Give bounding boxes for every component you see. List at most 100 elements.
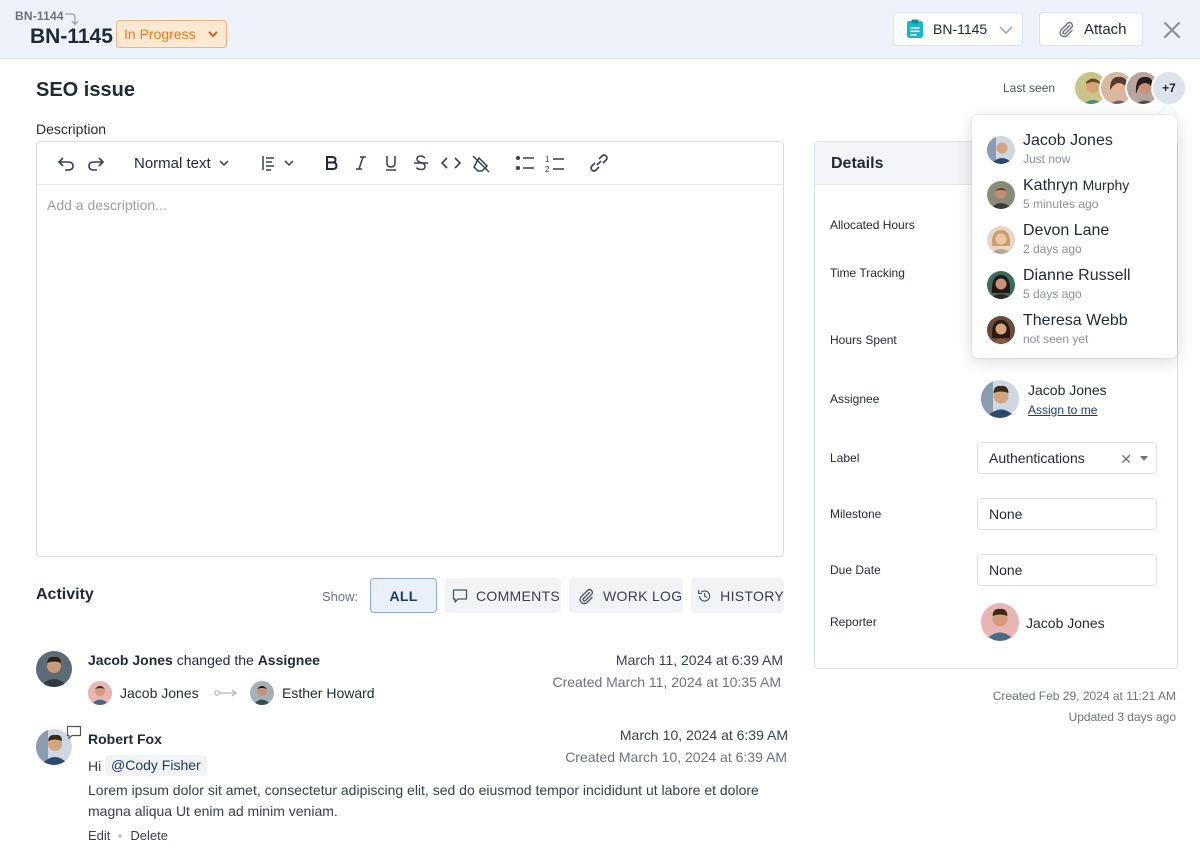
label-select[interactable]: Authentications ✕ — [977, 442, 1157, 474]
filter-history-label: HISTORY — [720, 587, 784, 604]
filter-all-button[interactable]: ALL — [370, 578, 437, 613]
issue-key: BN-1145 — [30, 25, 113, 48]
svg-text:1: 1 — [545, 155, 550, 164]
undo-icon[interactable] — [57, 154, 75, 172]
close-icon[interactable] — [1161, 19, 1183, 41]
text-style-dropdown[interactable]: Normal text — [134, 155, 230, 172]
filter-worklog-button[interactable]: WORK LOG — [569, 578, 683, 613]
comment-body: Lorem ipsum dolor sit amet, consectetur … — [88, 782, 759, 819]
viewer-name: Theresa Webb — [1023, 312, 1128, 329]
history-icon — [698, 589, 711, 602]
viewer-name: Dianne Russell — [1023, 267, 1131, 284]
avatar — [987, 226, 1015, 254]
filter-history-button[interactable]: HISTORY — [691, 578, 784, 613]
label-field-label: Label — [830, 451, 860, 465]
comment-created: Created March 10, 2024 at 6:39 AM — [565, 749, 787, 765]
avatar — [36, 651, 72, 687]
chevron-down-icon — [208, 31, 218, 38]
viewer-name: Kathryn Murphy — [1023, 177, 1130, 194]
viewer-item[interactable]: Dianne Russell 5 days ago — [987, 267, 1167, 307]
activity-actor[interactable]: Jacob Jones — [88, 652, 173, 668]
code-icon[interactable] — [441, 154, 461, 172]
allocated-hours-label: Allocated Hours — [830, 218, 915, 232]
viewer-item[interactable]: Kathryn Murphy 5 minutes ago — [987, 177, 1167, 217]
chevron-down-icon — [999, 26, 1013, 35]
due-date-value: None — [989, 562, 1023, 578]
activity-title: Activity — [36, 586, 94, 603]
numbered-list-icon[interactable]: 1 2 — [545, 154, 565, 174]
description-label: Description — [36, 121, 107, 137]
comment-greeting: Hi — [88, 758, 102, 774]
align-dropdown-icon[interactable] — [261, 154, 297, 172]
avatar — [987, 181, 1015, 209]
chevron-down-icon — [219, 160, 229, 167]
clear-format-icon[interactable] — [471, 154, 491, 174]
clipboard-icon — [907, 19, 923, 38]
details-title: Details — [831, 155, 884, 172]
time-tracking-label: Time Tracking — [830, 266, 905, 280]
milestone-field[interactable]: None — [977, 498, 1157, 530]
svg-text:2: 2 — [545, 165, 550, 174]
separator-dot — [118, 834, 123, 838]
viewer-item[interactable]: Jacob Jones Just now — [987, 132, 1167, 172]
filter-comments-button[interactable]: COMMENTS — [445, 578, 561, 613]
text-style-label: Normal text — [134, 155, 211, 172]
last-seen-popup: Jacob Jones Just now Kathryn Murphy 5 mi… — [972, 115, 1177, 358]
delete-comment-link[interactable]: Delete — [130, 828, 168, 843]
label-value: Authentications — [989, 450, 1085, 466]
description-editor[interactable]: Normal text 1 2 Add a description... — [36, 141, 784, 557]
avatar — [987, 316, 1015, 344]
arrow-right-icon — [214, 689, 237, 697]
issue-key-dropdown-label: BN-1145 — [933, 21, 988, 37]
parent-issue-key[interactable]: BN-1144 — [15, 9, 64, 23]
activity-date: March 11, 2024 at 6:39 AM — [615, 652, 783, 668]
viewer-item[interactable]: Devon Lane 2 days ago — [987, 222, 1167, 262]
comment-icon — [452, 588, 468, 603]
description-placeholder: Add a description... — [47, 197, 167, 213]
assignee-from: Jacob Jones — [120, 685, 199, 701]
filter-worklog-label: WORK LOG — [603, 587, 683, 604]
viewer-time: 5 minutes ago — [1023, 197, 1099, 211]
bold-icon[interactable] — [323, 154, 339, 172]
more-viewers-count[interactable]: +7 — [1151, 70, 1187, 106]
filter-all-label: ALL — [389, 587, 418, 604]
status-dropdown[interactable]: In Progress — [116, 20, 227, 48]
due-date-field[interactable]: None — [977, 554, 1157, 586]
bullet-list-icon[interactable] — [515, 154, 535, 172]
editor-toolbar: Normal text 1 2 — [37, 142, 783, 185]
comment-author[interactable]: Robert Fox — [88, 731, 162, 747]
assign-to-me-link[interactable]: Assign to me — [1028, 403, 1097, 417]
issue-key-dropdown[interactable]: BN-1145 — [893, 12, 1023, 46]
redo-icon[interactable] — [87, 154, 105, 172]
paperclip-icon — [579, 588, 594, 604]
viewer-name: Jacob Jones — [1023, 132, 1113, 149]
strikethrough-icon[interactable] — [413, 154, 429, 172]
issue-title[interactable]: SEO issue — [36, 79, 135, 102]
viewer-time: 5 days ago — [1023, 287, 1082, 301]
activity-created: Created March 11, 2024 at 10:35 AM — [552, 674, 781, 690]
issue-header: BN-1144 BN-1145 In Progress BN-1145 Atta… — [0, 0, 1200, 59]
assignee-label: Assignee — [830, 392, 880, 406]
avatar — [981, 603, 1019, 641]
italic-icon[interactable] — [353, 154, 369, 172]
milestone-value: None — [989, 506, 1023, 522]
clear-icon[interactable]: ✕ — [1120, 451, 1132, 468]
viewer-item[interactable]: Theresa Webb not seen yet — [987, 312, 1167, 352]
link-icon[interactable] — [588, 154, 610, 172]
activity-summary: Jacob Jones changed the Assignee — [88, 652, 320, 668]
attach-button[interactable]: Attach — [1039, 12, 1143, 46]
activity-action: changed the — [172, 652, 258, 668]
attach-label: Attach — [1084, 20, 1127, 38]
caret-down-icon — [1140, 456, 1148, 461]
reporter-name: Jacob Jones — [1026, 615, 1105, 631]
comment-actions: Edit Delete — [88, 828, 168, 843]
avatar — [987, 136, 1015, 164]
hours-spent-label: Hours Spent — [830, 333, 897, 347]
assignee-to: Esther Howard — [282, 685, 375, 701]
underline-icon[interactable] — [383, 154, 399, 172]
user-mention[interactable]: @Cody Fisher — [105, 755, 207, 776]
assignee-name: Jacob Jones — [1028, 382, 1107, 398]
last-seen-label: Last seen — [1003, 81, 1056, 95]
edit-comment-link[interactable]: Edit — [88, 828, 110, 843]
comment-date: March 10, 2024 at 6:39 AM — [619, 727, 788, 743]
